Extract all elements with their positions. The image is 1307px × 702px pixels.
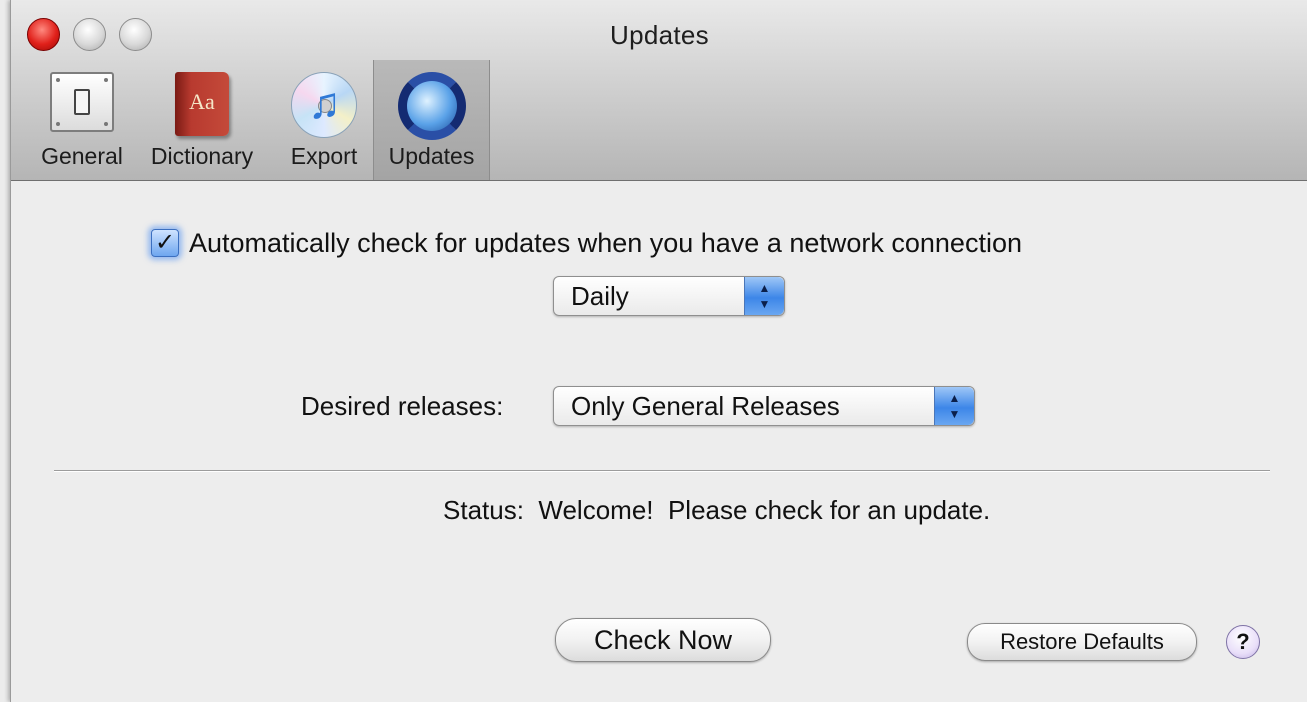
divider bbox=[54, 470, 1270, 472]
desired-releases-value: Only General Releases bbox=[571, 391, 840, 421]
toolbar-item-general[interactable]: General bbox=[26, 60, 138, 180]
check-now-button[interactable]: Check Now bbox=[555, 618, 771, 662]
dictionary-book-icon: Aa bbox=[175, 72, 229, 136]
toolbar-item-label: Updates bbox=[388, 143, 475, 169]
toggle-switch-icon bbox=[50, 72, 114, 132]
auto-check-label[interactable]: Automatically check for updates when you… bbox=[189, 228, 1022, 259]
window-title: Updates bbox=[610, 20, 709, 50]
popup-arrows-icon: ▲ ▼ bbox=[934, 387, 974, 425]
status-text: Welcome! Please check for an update. bbox=[538, 495, 991, 525]
restore-defaults-button[interactable]: Restore Defaults bbox=[967, 623, 1197, 661]
desired-releases-popup[interactable]: Only General Releases ▲ ▼ bbox=[553, 386, 975, 426]
toolbar-item-label: Export bbox=[290, 143, 358, 169]
music-note-glyph: ♫ bbox=[308, 79, 341, 128]
toolbar-item-export[interactable]: ♫ Export bbox=[279, 60, 369, 180]
toolbar-item-label: General bbox=[41, 143, 123, 169]
popup-arrows-icon: ▲ ▼ bbox=[744, 277, 784, 315]
auto-check-checkbox[interactable]: ✓ bbox=[151, 229, 179, 257]
itunes-cd-icon: ♫ bbox=[291, 72, 357, 138]
auto-check-row: ✓ Automatically check for updates when y… bbox=[151, 225, 1022, 261]
toolbar-item-updates[interactable]: Updates bbox=[373, 60, 490, 180]
status-label: Status: bbox=[443, 495, 524, 525]
title-toolbar: Updates General Aa Dictionary ♫ Export U… bbox=[11, 0, 1307, 181]
preferences-window: Updates General Aa Dictionary ♫ Export U… bbox=[10, 0, 1307, 702]
desired-releases-label: Desired releases: bbox=[301, 391, 504, 421]
frequency-popup[interactable]: Daily ▲ ▼ bbox=[553, 276, 785, 316]
help-button[interactable]: ? bbox=[1226, 625, 1260, 659]
toolbar-item-dictionary[interactable]: Aa Dictionary bbox=[141, 60, 263, 180]
status-row: Status: Welcome! Please check for an upd… bbox=[443, 495, 990, 526]
frequency-value: Daily bbox=[571, 281, 629, 311]
software-update-icon bbox=[397, 72, 466, 140]
toolbar-item-label: Dictionary bbox=[150, 143, 254, 169]
updates-pane: ✓ Automatically check for updates when y… bbox=[11, 181, 1307, 702]
